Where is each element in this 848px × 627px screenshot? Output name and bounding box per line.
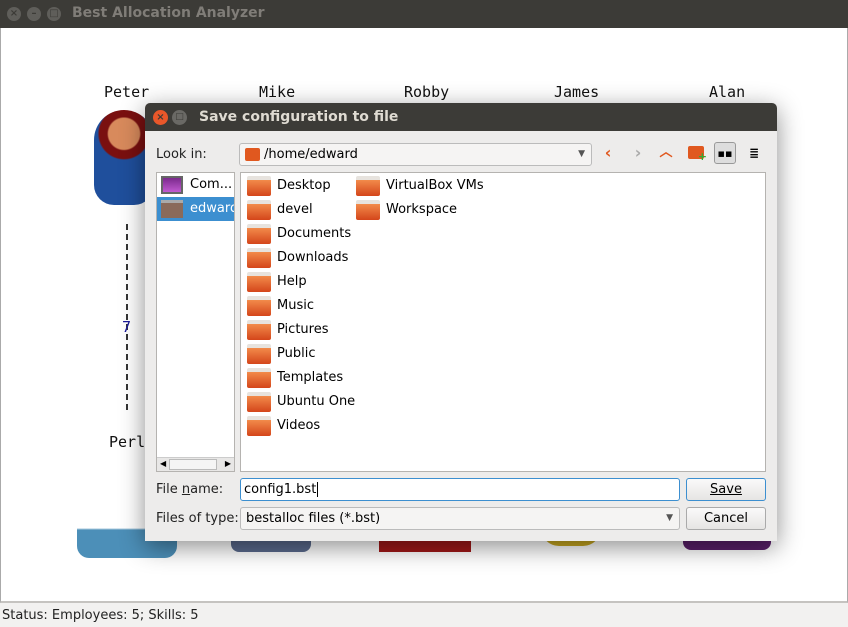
detail-view-button[interactable]: ≣ xyxy=(743,142,765,164)
folder-icon xyxy=(247,344,271,364)
file-type-combo[interactable]: bestalloc files (*.bst) ▼ xyxy=(240,507,680,530)
folder-icon xyxy=(247,368,271,388)
folder-item[interactable]: Videos xyxy=(244,414,320,438)
folder-icon xyxy=(247,224,271,244)
cancel-button[interactable]: Cancel xyxy=(686,507,766,530)
folder-name: devel xyxy=(277,202,313,217)
allocation-link-line xyxy=(126,224,128,410)
folder-name: VirtualBox VMs xyxy=(386,178,484,193)
folder-name: Pictures xyxy=(277,322,329,337)
sidebar-item-computer[interactable]: Com... xyxy=(157,173,234,197)
allocation-link-label: 7 xyxy=(122,318,132,336)
folder-item[interactable]: Downloads xyxy=(244,246,348,270)
dialog-close-button[interactable]: × xyxy=(153,110,168,125)
folder-icon xyxy=(247,272,271,292)
status-bar: Status: Employees: 5; Skills: 5 xyxy=(2,608,199,623)
new-folder-button[interactable]: + xyxy=(685,142,707,164)
folder-icon xyxy=(247,392,271,412)
look-in-combo[interactable]: /home/edward ▼ xyxy=(239,143,592,166)
look-in-value: /home/edward xyxy=(264,147,358,162)
folder-icon xyxy=(247,176,271,196)
file-type-label: Files of type: xyxy=(156,511,239,526)
chevron-down-icon: ▼ xyxy=(578,149,585,159)
file-name-value: config1.bst xyxy=(244,482,317,497)
sidebar-item-label: edward xyxy=(190,201,234,216)
folder-item[interactable]: Documents xyxy=(244,222,351,246)
folder-item[interactable]: Public xyxy=(244,342,315,366)
maximize-window-button[interactable]: □ xyxy=(47,7,61,21)
folder-item[interactable]: VirtualBox VMs xyxy=(353,174,484,198)
employee-label: Robby xyxy=(404,83,450,101)
folder-name: Ubuntu One xyxy=(277,394,356,409)
sidebar-item-label: Com... xyxy=(190,177,233,192)
sidebar-item-edward[interactable]: edward xyxy=(157,197,234,221)
file-name-input[interactable]: config1.bst xyxy=(240,478,680,501)
parent-directory-button[interactable]: ︿ xyxy=(655,142,677,164)
folder-name: Templates xyxy=(277,370,344,385)
folder-item[interactable]: devel xyxy=(244,198,313,222)
chevron-down-icon: ▼ xyxy=(666,513,673,523)
employee-label: Mike xyxy=(259,83,296,101)
folder-item[interactable]: Templates xyxy=(244,366,343,390)
folder-name: Downloads xyxy=(277,250,349,265)
folder-icon xyxy=(247,200,271,220)
folder-item[interactable]: Desktop xyxy=(244,174,331,198)
employee-label: Alan xyxy=(709,83,746,101)
back-button[interactable]: ‹ xyxy=(597,142,619,164)
folder-icon xyxy=(356,200,380,220)
folder-item[interactable]: Pictures xyxy=(244,318,328,342)
dialog-title: Save configuration to file xyxy=(199,109,399,125)
cancel-label: Cancel xyxy=(703,511,749,526)
folder-name: Videos xyxy=(277,418,321,433)
file-name-label: File name: xyxy=(156,482,224,497)
folder-name: Workspace xyxy=(386,202,458,217)
minimize-window-button[interactable]: – xyxy=(27,7,41,21)
save-dialog: × □ Save configuration to file Look in: … xyxy=(145,103,777,541)
look-in-label: Look in: xyxy=(156,147,207,162)
folder-item[interactable]: Music xyxy=(244,294,314,318)
dialog-maximize-button[interactable]: □ xyxy=(172,110,187,125)
window-titlebar: × – □ Best Allocation Analyzer xyxy=(0,0,848,28)
folder-name: Music xyxy=(277,298,314,313)
save-label: Save xyxy=(710,482,742,497)
file-list: Desktop devel Documents Downloads Help Music P… xyxy=(240,172,766,472)
folder-name: Desktop xyxy=(277,178,331,193)
computer-icon xyxy=(161,176,183,194)
list-view-icon-mode-button[interactable]: ▪▪ xyxy=(714,142,736,164)
folder-item[interactable]: Ubuntu One xyxy=(244,390,355,414)
close-window-button[interactable]: × xyxy=(7,7,21,21)
home-folder-icon xyxy=(245,148,260,161)
save-button[interactable]: Save xyxy=(686,478,766,501)
folder-icon xyxy=(247,296,271,316)
file-type-value: bestalloc files (*.bst) xyxy=(246,511,381,526)
forward-button[interactable]: › xyxy=(627,142,649,164)
folder-name: Public xyxy=(277,346,316,361)
folder-icon xyxy=(247,248,271,268)
sidebar-places: Com... edward ◀ ▶ xyxy=(156,172,235,472)
folder-item[interactable]: Help xyxy=(244,270,307,294)
employee-label: Peter xyxy=(104,83,150,101)
folder-name: Help xyxy=(277,274,307,289)
folder-icon xyxy=(247,320,271,340)
home-folder-icon xyxy=(161,200,183,218)
skill-label: Perl xyxy=(109,433,146,451)
folder-icon xyxy=(356,176,380,196)
folder-name: Documents xyxy=(277,226,352,241)
window-title: Best Allocation Analyzer xyxy=(72,5,265,21)
folder-icon xyxy=(247,416,271,436)
employee-label: James xyxy=(554,83,600,101)
dialog-titlebar: × □ Save configuration to file xyxy=(145,103,777,131)
sidebar-horizontal-scrollbar[interactable]: ◀ ▶ xyxy=(157,457,234,471)
folder-item[interactable]: Workspace xyxy=(353,198,457,222)
